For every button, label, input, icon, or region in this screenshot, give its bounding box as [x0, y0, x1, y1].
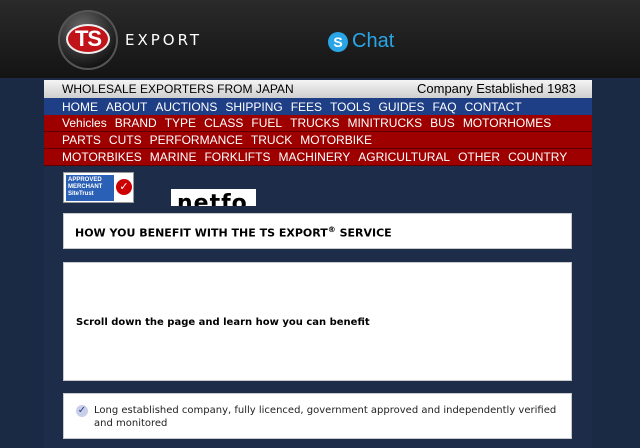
nav-agricultural[interactable]: AGRICULTURAL [358, 150, 450, 164]
nav-forklifts[interactable]: FORKLIFTS [204, 150, 270, 164]
nav-other[interactable]: OTHER [458, 150, 500, 164]
nav-shipping[interactable]: SHIPPING [225, 100, 282, 114]
parts-nav: PARTS CUTS PERFORMANCE TRUCK MOTORBIKE [44, 132, 592, 149]
nav-minitrucks[interactable]: MINITRUCKS [347, 116, 422, 130]
nav-faq[interactable]: FAQ [433, 100, 457, 114]
benefit-title-panel: HOW YOU BENEFIT WITH THE TS EXPORT® SERV… [63, 213, 572, 249]
nav-about[interactable]: ABOUT [106, 100, 147, 114]
nav-cuts[interactable]: CUTS [109, 133, 142, 147]
nav-parts[interactable]: PARTS [62, 133, 101, 147]
vehicle-nav: Vehicles BRAND TYPE CLASS FUEL TRUCKS MI… [44, 115, 592, 132]
nav-tools[interactable]: TOOLS [330, 100, 370, 114]
nav-guides[interactable]: GUIDES [379, 100, 425, 114]
nav-type[interactable]: TYPE [165, 116, 196, 130]
nav-class[interactable]: CLASS [204, 116, 243, 130]
check-icon: ✓ [76, 405, 88, 417]
tagline: WHOLESALE EXPORTERS FROM JAPAN [62, 82, 294, 96]
merchant-badge-text: APPROVED MERCHANT SiteTrust [66, 175, 114, 201]
intro-panel: Scroll down the page and learn how you c… [63, 262, 572, 381]
benefit-text: Long established company, fully licenced… [94, 405, 557, 429]
nav-home[interactable]: HOME [62, 100, 98, 114]
top-banner: TS EXPORT S Chat [0, 0, 640, 78]
intro-text: Scroll down the page and learn how you c… [76, 317, 370, 328]
nav-motorbike[interactable]: MOTORBIKE [300, 133, 372, 147]
nav-fuel[interactable]: FUEL [251, 116, 282, 130]
skype-icon: S [328, 31, 348, 52]
nav-country[interactable]: COUNTRY [508, 150, 567, 164]
title-suffix: SERVICE [335, 226, 392, 240]
netfo-banner[interactable]: netfo [171, 189, 256, 206]
nav-motorbikes[interactable]: MOTORBIKES [62, 150, 142, 164]
nav-bus[interactable]: BUS [430, 116, 455, 130]
page-title: HOW YOU BENEFIT WITH THE TS EXPORT® SERV… [75, 225, 392, 240]
nav-marine[interactable]: MARINE [150, 150, 197, 164]
logo-word[interactable]: EXPORT [125, 31, 202, 49]
nav-brand[interactable]: BRAND [115, 116, 157, 130]
established-note: Company Established 1983 [417, 81, 576, 96]
nav-performance[interactable]: PERFORMANCE [150, 133, 243, 147]
registered-mark: ® [327, 225, 336, 234]
chat-label: Chat [352, 30, 395, 52]
ts-logo-icon[interactable]: TS [58, 10, 118, 70]
skype-chat-link[interactable]: S Chat [328, 30, 394, 53]
benefit-item: ✓ Long established company, fully licenc… [63, 393, 572, 439]
nav-trucks[interactable]: TRUCKS [290, 116, 339, 130]
nav-contact[interactable]: CONTACT [465, 100, 522, 114]
category-nav: MOTORBIKES MARINE FORKLIFTS MACHINERY AG… [44, 149, 592, 166]
nav-auctions[interactable]: AUCTIONS [155, 100, 217, 114]
nav-fees[interactable]: FEES [291, 100, 322, 114]
nav-motorhomes[interactable]: MOTORHOMES [463, 116, 551, 130]
tagline-strip: WHOLESALE EXPORTERS FROM JAPAN Company E… [44, 80, 592, 98]
title-text: HOW YOU BENEFIT WITH THE TS EXPORT [75, 226, 328, 240]
check-icon: ✓ [116, 179, 132, 195]
main-nav: HOME ABOUT AUCTIONS SHIPPING FEES TOOLS … [44, 98, 592, 115]
nav-truck[interactable]: TRUCK [251, 133, 292, 147]
nav-vehicles[interactable]: Vehicles [62, 116, 107, 130]
logo-mark: TS [66, 24, 110, 54]
nav-machinery[interactable]: MACHINERY [278, 150, 350, 164]
netfo-text: netfo [177, 191, 248, 206]
approved-merchant-badge[interactable]: APPROVED MERCHANT SiteTrust ✓ [63, 172, 134, 203]
